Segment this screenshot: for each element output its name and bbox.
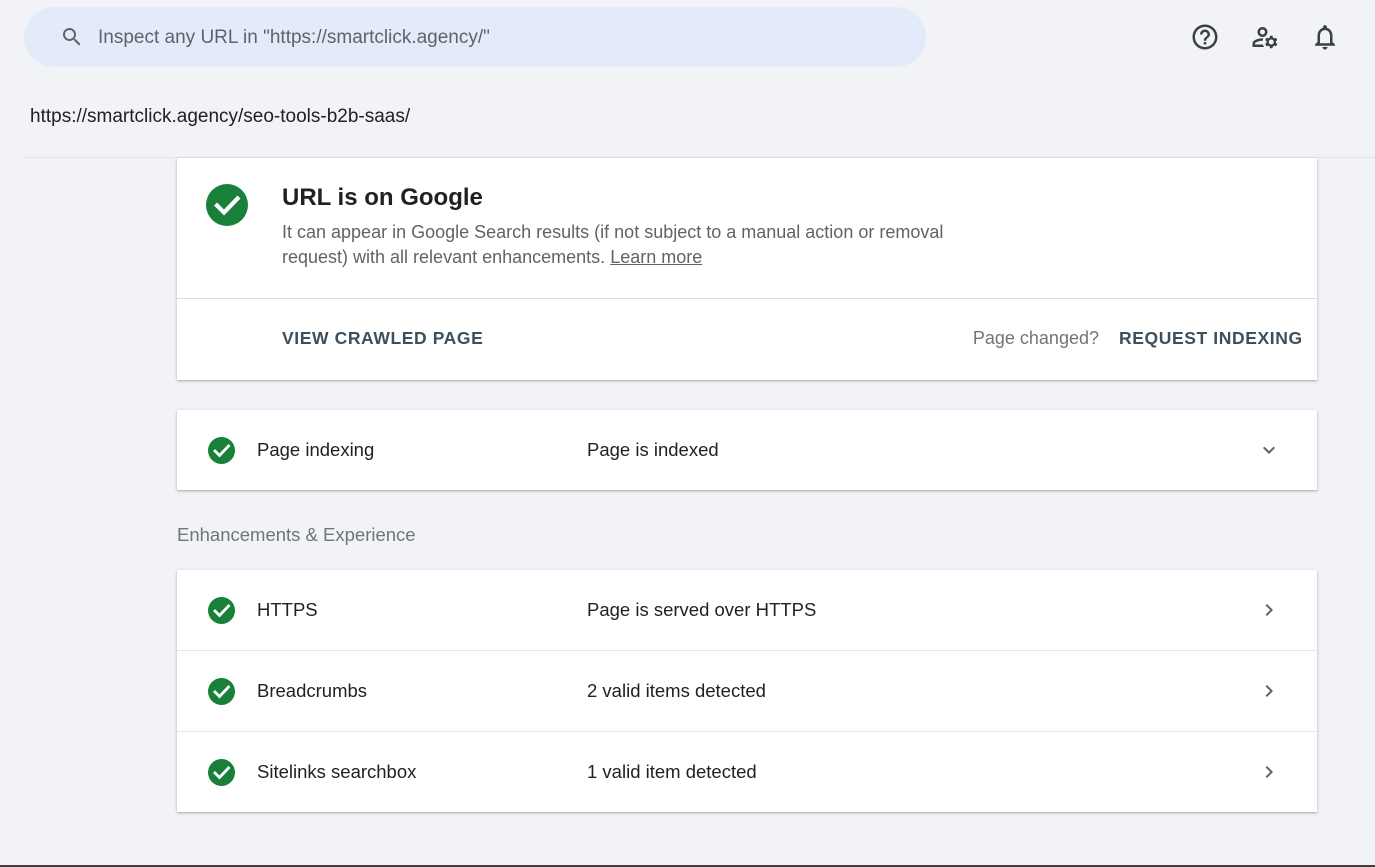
help-icon xyxy=(1192,24,1218,50)
url-inspection-search[interactable] xyxy=(24,7,926,69)
row-name: Breadcrumbs xyxy=(257,680,368,701)
enhancement-row-breadcrumbs[interactable]: Breadcrumbs 2 valid items detected xyxy=(177,651,1317,731)
notifications-button[interactable] xyxy=(1308,20,1342,54)
status-card-divider xyxy=(177,298,1317,299)
notifications-icon xyxy=(1315,25,1335,50)
view-crawled-page-button[interactable]: VIEW CRAWLED PAGE xyxy=(282,328,483,349)
check-circle-icon xyxy=(208,597,235,624)
check-circle-icon xyxy=(208,678,235,705)
row-value: Page is indexed xyxy=(587,439,719,460)
status-title: URL is on Google xyxy=(282,184,483,211)
request-indexing-button[interactable]: REQUEST INDEXING xyxy=(1119,328,1303,349)
check-circle-icon xyxy=(206,184,248,226)
row-value: 2 valid items detected xyxy=(587,680,766,701)
chevron-down-icon[interactable] xyxy=(1257,438,1281,462)
index-status-card: URL is on Google It can appear in Google… xyxy=(177,158,1317,380)
page-indexing-card: Page indexing Page is indexed xyxy=(177,410,1317,490)
row-name: Page indexing xyxy=(257,439,375,460)
chevron-right-icon[interactable] xyxy=(1257,760,1281,784)
search-input[interactable] xyxy=(96,7,900,69)
chevron-right-icon[interactable] xyxy=(1257,679,1281,703)
page-indexing-row[interactable]: Page indexing Page is indexed xyxy=(177,410,1317,490)
learn-more-link[interactable]: Learn more xyxy=(610,247,702,267)
row-value: Page is served over HTTPS xyxy=(587,599,817,620)
chevron-right-icon[interactable] xyxy=(1257,598,1281,622)
manage-users-icon xyxy=(1252,27,1278,49)
enhancements-section-label: Enhancements & Experience xyxy=(177,524,416,545)
enhancement-row-sitelinks-searchbox[interactable]: Sitelinks searchbox 1 valid item detecte… xyxy=(177,732,1317,812)
enhancements-card: HTTPS Page is served over HTTPS Breadcru… xyxy=(177,570,1317,812)
row-name: Sitelinks searchbox xyxy=(257,761,417,782)
row-name: HTTPS xyxy=(257,599,318,620)
inspected-url: https://smartclick.agency/seo-tools-b2b-… xyxy=(30,106,411,127)
check-circle-icon xyxy=(208,759,235,786)
top-bar xyxy=(0,0,1375,76)
enhancement-row-https[interactable]: HTTPS Page is served over HTTPS xyxy=(177,570,1317,650)
check-circle-icon xyxy=(208,437,235,464)
status-description: It can appear in Google Search results (… xyxy=(282,220,1002,270)
help-button[interactable] xyxy=(1188,20,1222,54)
row-value: 1 valid item detected xyxy=(587,761,757,782)
page-changed-label: Page changed? xyxy=(972,328,1099,348)
manage-users-button[interactable] xyxy=(1248,20,1282,54)
search-icon[interactable] xyxy=(60,25,84,49)
